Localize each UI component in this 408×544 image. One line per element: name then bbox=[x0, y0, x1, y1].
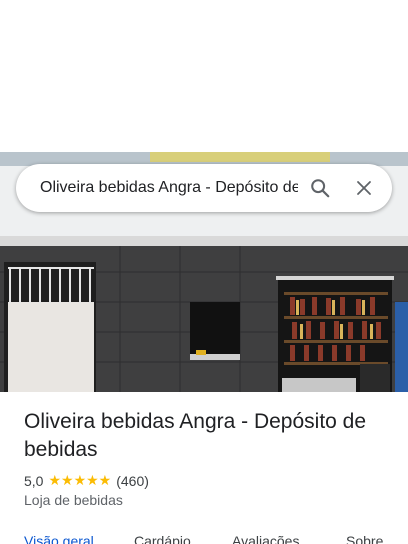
search-icon bbox=[311, 179, 330, 198]
search-input[interactable]: Oliveira bebidas Angra - Depósito de bbox=[40, 179, 298, 197]
tab-reviews[interactable]: Avaliações bbox=[232, 533, 299, 544]
star-rating-icon: ★★★★★ bbox=[48, 473, 112, 489]
clear-search-button[interactable] bbox=[342, 164, 386, 212]
rating-value: 5,0 bbox=[24, 473, 44, 489]
tab-about[interactable]: Sobre bbox=[346, 533, 383, 544]
search-button[interactable] bbox=[298, 164, 342, 212]
review-count[interactable]: (460) bbox=[116, 473, 149, 489]
search-bar[interactable]: Oliveira bebidas Angra - Depósito de bbox=[16, 164, 392, 212]
place-title: Oliveira bebidas Angra - Depósito de beb… bbox=[24, 410, 367, 461]
close-icon bbox=[357, 181, 371, 195]
tab-overview[interactable]: Visão geral bbox=[24, 533, 94, 544]
tab-menu[interactable]: Cardápio bbox=[134, 533, 191, 544]
place-tabs: Visão geral Cardápio Avaliações Sobre bbox=[0, 528, 408, 544]
rating-row[interactable]: 5,0 ★★★★★ (460) bbox=[24, 471, 149, 491]
place-category[interactable]: Loja de bebidas bbox=[24, 492, 123, 508]
